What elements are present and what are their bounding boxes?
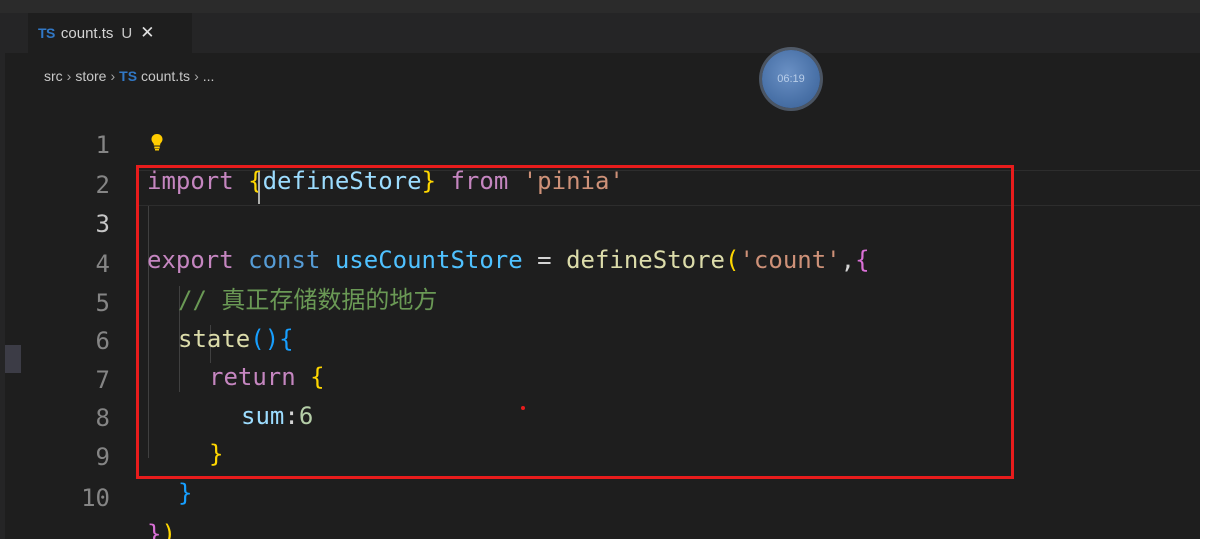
typescript-icon: TS xyxy=(38,25,55,41)
tab-strip: TS count.ts U ✕ xyxy=(0,13,1200,53)
tab-count-ts[interactable]: TS count.ts U ✕ xyxy=(28,13,192,53)
breadcrumb-item-store[interactable]: store xyxy=(75,68,106,84)
code-text: } xyxy=(178,479,193,507)
tab-label: count.ts xyxy=(60,24,114,42)
lightbulb-icon[interactable] xyxy=(150,133,164,151)
breadcrumb: src › store › TS count.ts › ... xyxy=(44,66,214,86)
window-edge xyxy=(1200,0,1206,539)
untracked-badge: U xyxy=(121,24,133,42)
line-number: 10 xyxy=(81,484,110,512)
code-line-2[interactable]: 2 xyxy=(0,131,1200,199)
chevron-right-icon: › xyxy=(110,68,116,84)
chevron-right-icon: › xyxy=(194,68,199,84)
editor-window: TS count.ts U ✕ src › store › TS count.t… xyxy=(0,0,1206,539)
breadcrumb-item-symbols[interactable]: ... xyxy=(203,68,215,84)
red-highlight-box xyxy=(136,165,1014,479)
code-line-1[interactable]: 1 import {defineStore} from 'pinia' xyxy=(0,91,1200,195)
breadcrumb-item-src[interactable]: src xyxy=(44,68,63,84)
pointer-dot xyxy=(521,406,525,410)
timer-label: 06:19 xyxy=(777,73,805,85)
close-icon[interactable]: ✕ xyxy=(140,23,154,43)
breadcrumb-item-file[interactable]: count.ts xyxy=(141,68,190,84)
title-bar xyxy=(0,0,1200,13)
chevron-right-icon: › xyxy=(66,68,72,84)
code-text: }) xyxy=(147,520,176,539)
typescript-icon: TS xyxy=(119,68,138,84)
